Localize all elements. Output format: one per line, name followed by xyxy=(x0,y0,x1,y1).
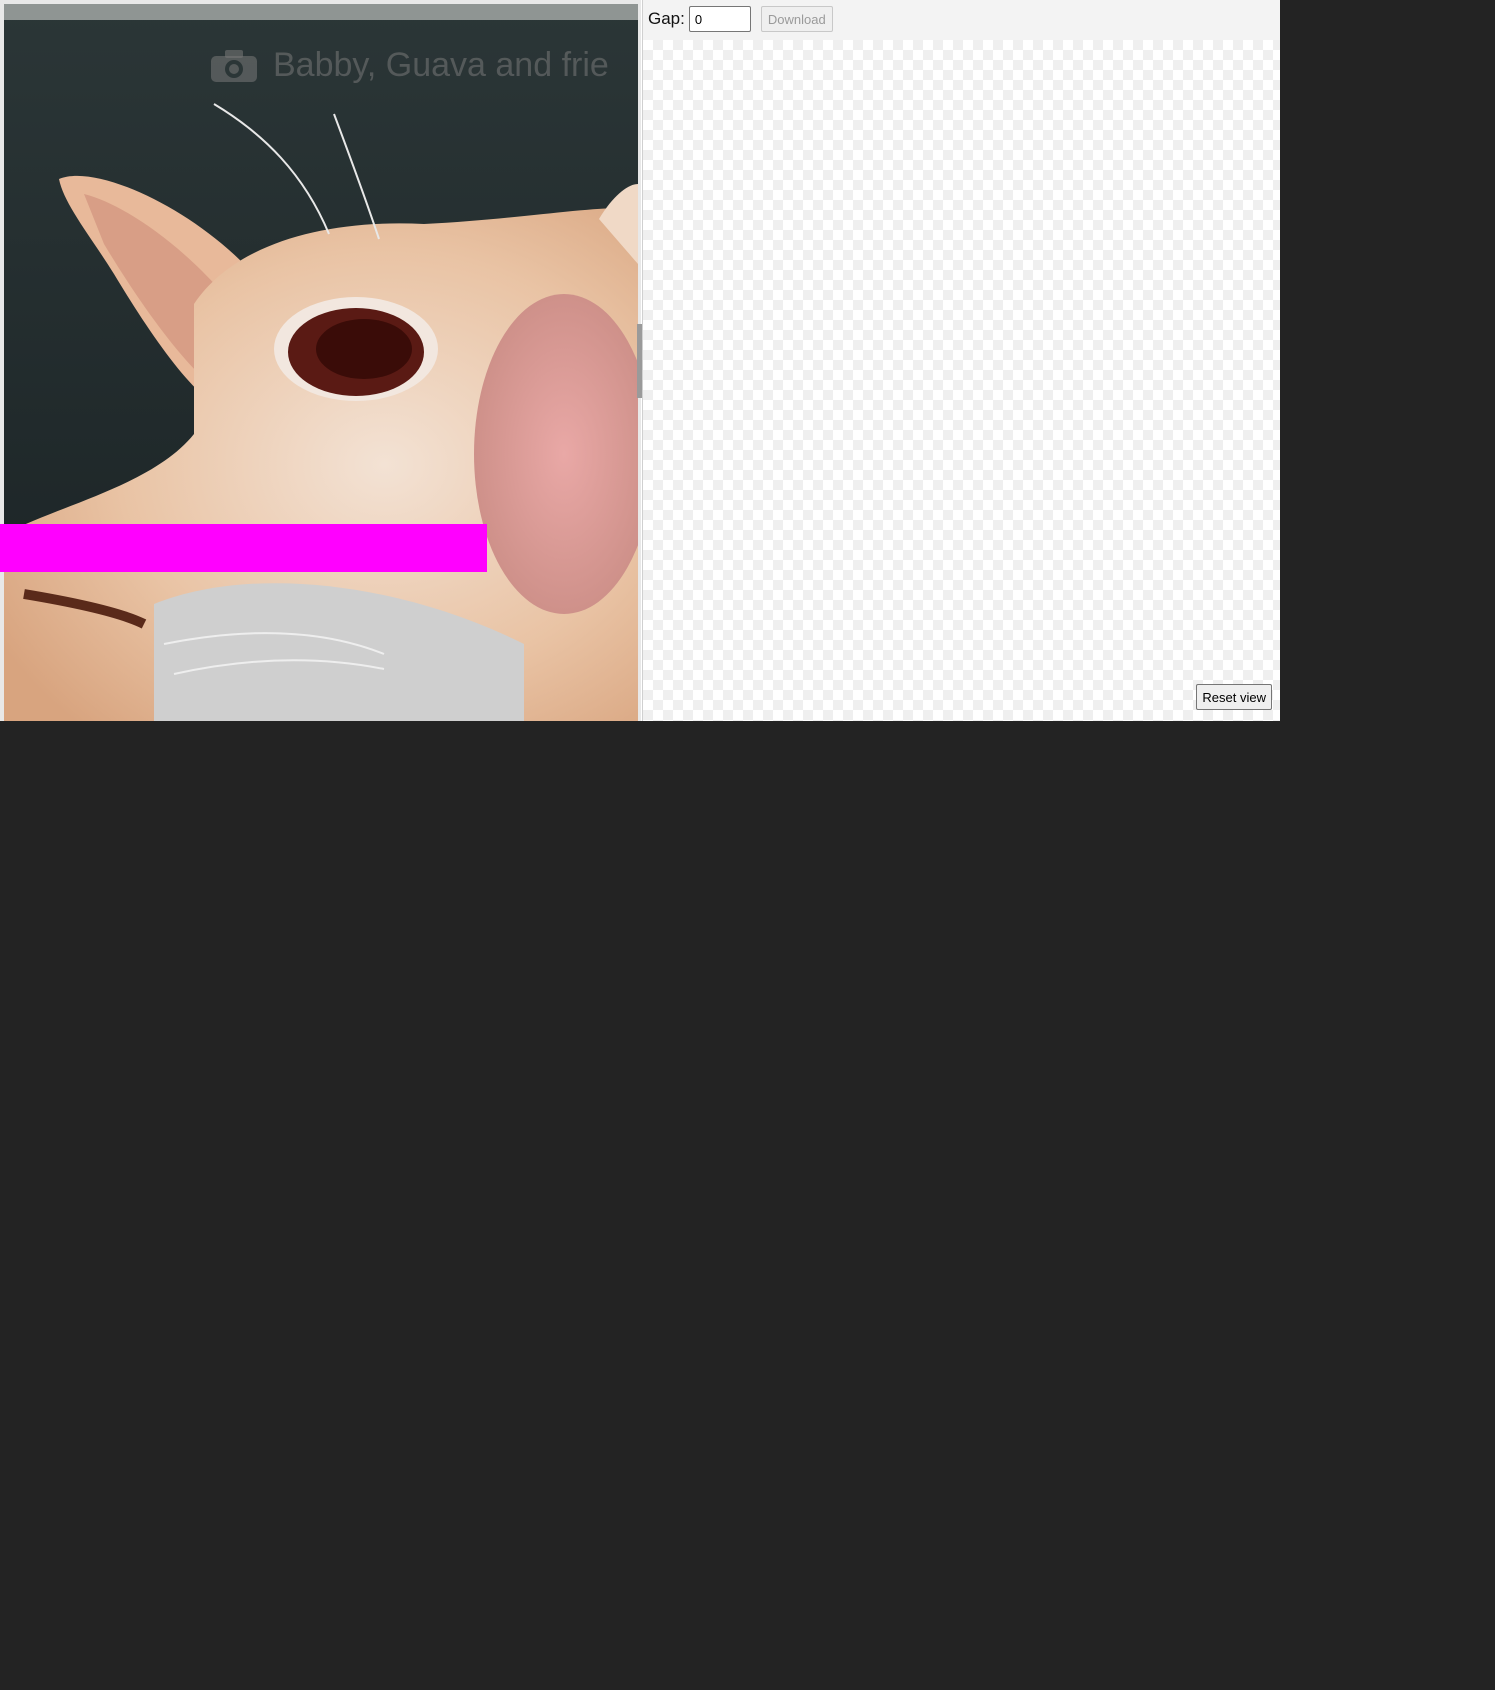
gap-label: Gap: xyxy=(648,9,685,28)
image-preview-panel: Babby, Guava and frie xyxy=(0,0,642,721)
toolbar: Gap: Download xyxy=(643,0,1280,38)
download-button[interactable]: Download xyxy=(760,6,833,32)
gap-input[interactable] xyxy=(688,6,751,32)
reset-view-button[interactable]: Reset view xyxy=(1196,684,1272,710)
cat-photo-drawing xyxy=(4,4,638,721)
selection-highlight-bar xyxy=(0,524,487,572)
cat-photo: Babby, Guava and frie xyxy=(4,4,638,721)
output-panel: Gap: Download Reset view xyxy=(642,0,1280,721)
app-window: Babby, Guava and frie Gap: Download Rese… xyxy=(0,0,1280,721)
transparent-canvas[interactable]: Reset view xyxy=(643,40,1280,721)
